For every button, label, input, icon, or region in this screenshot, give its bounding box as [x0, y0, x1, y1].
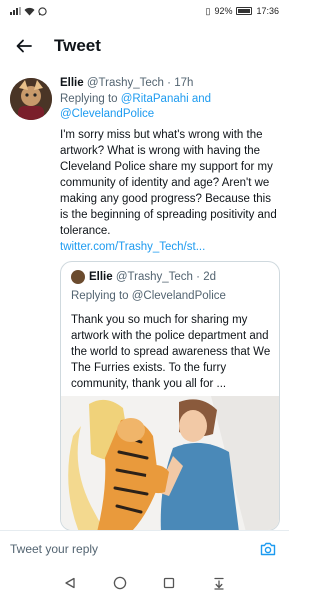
quoted-timestamp: 2d [203, 271, 216, 283]
status-right: ▯ 92% 17:36 [206, 6, 280, 17]
notifications-pulldown-icon[interactable] [207, 571, 231, 595]
status-left [10, 6, 47, 16]
quoted-separator: · [196, 271, 200, 283]
quoted-tweet-text: Thank you so much for sharing my artwork… [71, 314, 271, 390]
tweet-text: I'm sorry miss but what's wrong with the… [60, 129, 277, 237]
arrow-left-icon[interactable] [0, 22, 48, 70]
recents-square-icon[interactable] [157, 571, 181, 595]
reply-bar [0, 530, 289, 566]
clock: 17:36 [256, 6, 279, 16]
quoted-tweet[interactable]: Ellie @Trashy_Tech · 2d Replying to @Cle… [60, 261, 280, 531]
page-title: Tweet [54, 36, 101, 55]
battery-icon [236, 7, 253, 15]
reply-input[interactable] [10, 541, 257, 556]
quoted-replying-prefix: Replying to [71, 290, 129, 302]
replying-prefix: Replying to [60, 93, 118, 105]
vibrate-icon: ▯ [205, 5, 211, 16]
avatar[interactable] [10, 78, 52, 120]
tweet-content: Ellie @Trashy_Tech · 17h Replying to @Ri… [60, 76, 282, 255]
status-bar: ▯ 92% 17:36 [0, 0, 289, 22]
quoted-tweet-image[interactable] [61, 396, 279, 530]
quoted-tweet-header: Ellie @Trashy_Tech · 2d [71, 270, 216, 284]
quoted-replying-handle: @ClevelandPolice [131, 290, 226, 302]
system-nav-bar [0, 566, 289, 600]
camera-icon[interactable] [257, 538, 279, 560]
whatsapp-icon [38, 6, 47, 16]
app-bar: Tweet [0, 22, 289, 70]
quoted-handle: @Trashy_Tech [115, 271, 193, 283]
quoted-avatar [71, 270, 85, 284]
back-triangle-icon[interactable] [58, 571, 82, 595]
battery-percent: 92% [214, 6, 233, 16]
tweet-link[interactable]: twitter.com/Trashy_Tech/st... [60, 239, 282, 255]
separator: · [167, 77, 171, 89]
tweet-header: Ellie @Trashy_Tech · 17h [60, 76, 282, 91]
quoted-replying-to: Replying to @ClevelandPolice [71, 290, 226, 302]
display-name[interactable]: Ellie [60, 77, 84, 89]
wifi-icon [24, 7, 35, 15]
timestamp[interactable]: 17h [174, 77, 193, 89]
signal-icon [10, 7, 21, 15]
replying-to: Replying to @RitaPanahi and @ClevelandPo… [60, 92, 282, 122]
home-circle-icon[interactable] [108, 571, 132, 595]
quoted-display-name: Ellie [89, 271, 113, 283]
handle[interactable]: @Trashy_Tech [87, 77, 164, 89]
